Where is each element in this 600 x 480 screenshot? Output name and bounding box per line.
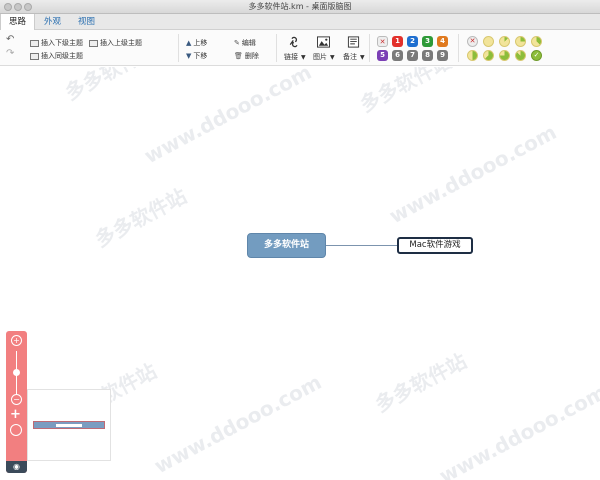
image-icon[interactable] xyxy=(317,36,330,48)
progress-5-icon[interactable] xyxy=(483,50,494,61)
toolbar-divider xyxy=(369,34,370,62)
link-label: 链接 xyxy=(284,53,298,61)
priority-6-icon[interactable]: 6 xyxy=(392,50,403,61)
priority-1-icon[interactable]: 1 xyxy=(392,36,403,47)
title-bar: 多多软件站.km - 桌面版脑图 xyxy=(0,0,600,14)
remove-priority-icon[interactable]: ✕ xyxy=(377,36,388,47)
priority-2-icon[interactable]: 2 xyxy=(407,36,418,47)
move-down-label: 下移 xyxy=(193,52,208,60)
move-up-button[interactable]: ▲ 上移 xyxy=(186,38,207,48)
priority-7-icon[interactable]: 7 xyxy=(407,50,418,61)
chevron-down-icon: ▼ xyxy=(301,53,306,61)
insert-sibling-label: 插入同级主题 xyxy=(41,52,83,60)
note-button[interactable]: 备注 ▼ xyxy=(343,52,365,62)
undo-icon[interactable]: ↶ xyxy=(6,34,14,45)
image-label: 图片 xyxy=(313,53,327,61)
insert-parent-icon xyxy=(89,39,98,47)
watermark-text: 多多软件站 xyxy=(370,348,471,417)
progress-0-icon[interactable] xyxy=(483,36,494,47)
insert-sibling-icon xyxy=(30,52,39,60)
edit-button[interactable]: ✎ 编辑 xyxy=(234,38,256,48)
insert-child-icon xyxy=(30,39,39,47)
progress-2-icon[interactable] xyxy=(515,36,526,47)
toolbar-divider xyxy=(458,34,459,62)
progress-7-icon[interactable] xyxy=(515,50,526,61)
priority-5-icon[interactable]: 5 xyxy=(377,50,388,61)
progress-4-icon[interactable] xyxy=(467,50,478,61)
watermark-text: 多多软件站 xyxy=(355,67,456,117)
delete-label: 删除 xyxy=(244,52,259,60)
insert-child-label: 插入下级主题 xyxy=(41,39,83,47)
zoom-in-button[interactable]: + xyxy=(11,335,22,346)
window-title: 多多软件站.km - 桌面版脑图 xyxy=(248,2,352,11)
image-button[interactable]: 图片 ▼ xyxy=(313,52,335,62)
toolbar-divider xyxy=(178,34,179,62)
progress-6-icon[interactable] xyxy=(499,50,510,61)
link-icon[interactable] xyxy=(288,36,301,48)
insert-sibling-button[interactable]: 插入同级主题 xyxy=(30,51,83,61)
progress-1-icon[interactable] xyxy=(499,36,510,47)
note-icon[interactable] xyxy=(347,36,360,48)
link-button[interactable]: 链接 ▼ xyxy=(284,52,306,62)
zoom-panel: + − + ◉ xyxy=(6,331,27,473)
toolbar: ↶ ↷ 插入下级主题 插入上级主题 插入同级主题 ▲ 上移 ▼ 下移 ✎ 编辑 … xyxy=(0,30,600,66)
remove-progress-icon[interactable]: ✕ xyxy=(467,36,478,47)
locate-icon[interactable] xyxy=(10,424,22,436)
arrow-down-icon: ▼ xyxy=(186,52,192,60)
note-label: 备注 xyxy=(343,53,357,61)
child-topic-node[interactable]: Mac软件游戏 xyxy=(397,237,473,254)
progress-3-icon[interactable] xyxy=(531,36,542,47)
progress-done-icon[interactable]: ✓ xyxy=(531,50,542,61)
priority-9-icon[interactable]: 9 xyxy=(437,50,448,61)
tab-appearance[interactable]: 外观 xyxy=(36,14,69,30)
minimap[interactable] xyxy=(27,389,111,461)
chevron-down-icon: ▼ xyxy=(330,53,335,61)
redo-icon[interactable]: ↷ xyxy=(6,48,14,59)
toolbar-divider xyxy=(276,34,277,62)
watermark-url: www.ddooo.com xyxy=(150,369,326,479)
minimap-node xyxy=(56,424,82,427)
trash-icon: 🗑 xyxy=(234,52,243,60)
move-down-button[interactable]: ▼ 下移 xyxy=(186,51,207,61)
watermark-url: www.ddooo.com xyxy=(140,67,316,169)
watermark-text: 多多软件站 xyxy=(60,67,161,105)
move-up-label: 上移 xyxy=(193,39,208,47)
zoom-slider-handle[interactable] xyxy=(13,369,20,376)
watermark-text: 多多软件站 xyxy=(90,183,191,252)
tab-ideas[interactable]: 思路 xyxy=(0,14,36,31)
priority-3-icon[interactable]: 3 xyxy=(422,36,433,47)
tab-bar: 思路 外观 视图 xyxy=(0,14,600,31)
tab-view[interactable]: 视图 xyxy=(70,14,103,30)
watermark-url: www.ddooo.com xyxy=(435,379,600,480)
insert-child-button[interactable]: 插入下级主题 xyxy=(30,38,83,48)
minimap-viewport[interactable] xyxy=(33,421,105,429)
insert-parent-label: 插入上级主题 xyxy=(100,39,142,47)
delete-button[interactable]: 🗑 删除 xyxy=(234,51,259,61)
mindmap-canvas[interactable]: 多多软件站 www.ddooo.com 多多软件站 多多软件站 www.ddoo… xyxy=(0,67,600,480)
pencil-icon: ✎ xyxy=(234,39,240,47)
move-icon[interactable]: + xyxy=(10,408,21,421)
priority-4-icon[interactable]: 4 xyxy=(437,36,448,47)
arrow-up-icon: ▲ xyxy=(186,39,192,47)
insert-parent-button[interactable]: 插入上级主题 xyxy=(89,38,142,48)
priority-8-icon[interactable]: 8 xyxy=(422,50,433,61)
watermark-url: www.ddooo.com xyxy=(385,119,561,229)
eye-icon[interactable]: ◉ xyxy=(6,461,27,473)
root-topic-node[interactable]: 多多软件站 xyxy=(247,233,326,258)
zoom-out-button[interactable]: − xyxy=(11,394,22,405)
connector-line xyxy=(326,245,398,246)
chevron-down-icon: ▼ xyxy=(360,53,365,61)
edit-label: 编辑 xyxy=(241,39,256,47)
